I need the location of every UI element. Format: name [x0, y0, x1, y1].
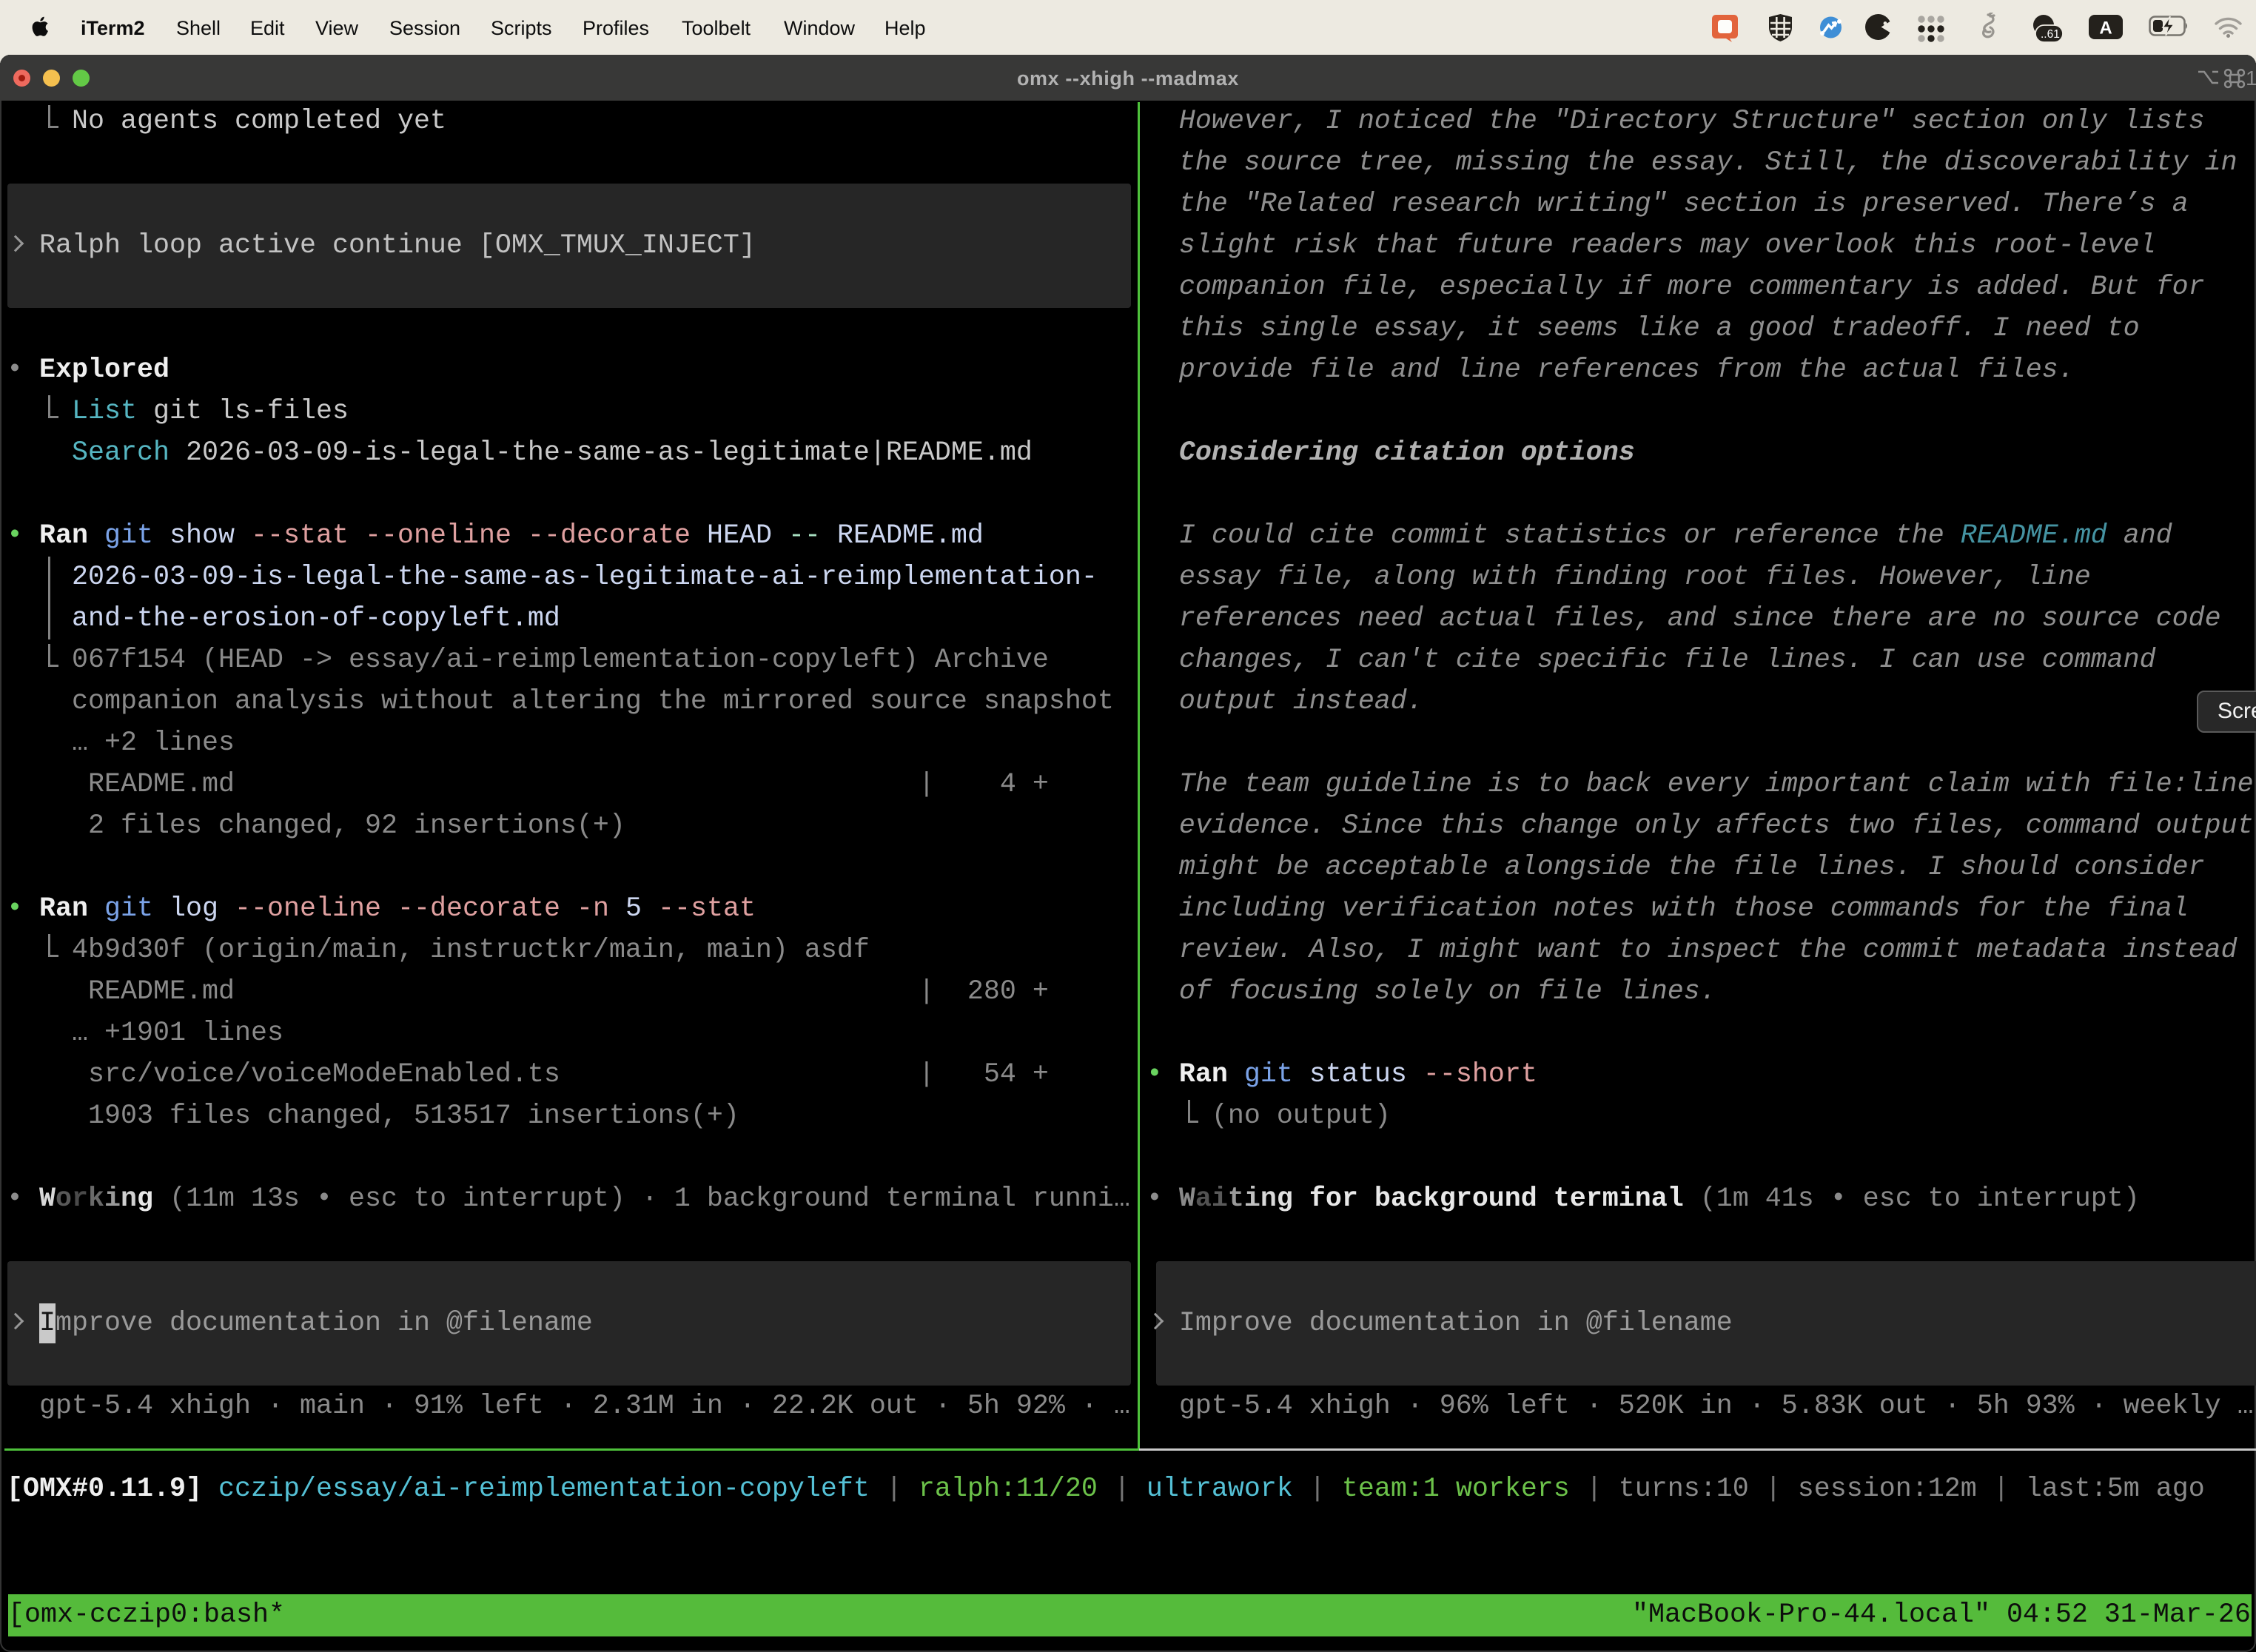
svg-text:1: 1 — [2246, 67, 2256, 90]
svg-text:A: A — [2099, 19, 2112, 38]
svg-text:..61: ..61 — [2041, 28, 2060, 41]
